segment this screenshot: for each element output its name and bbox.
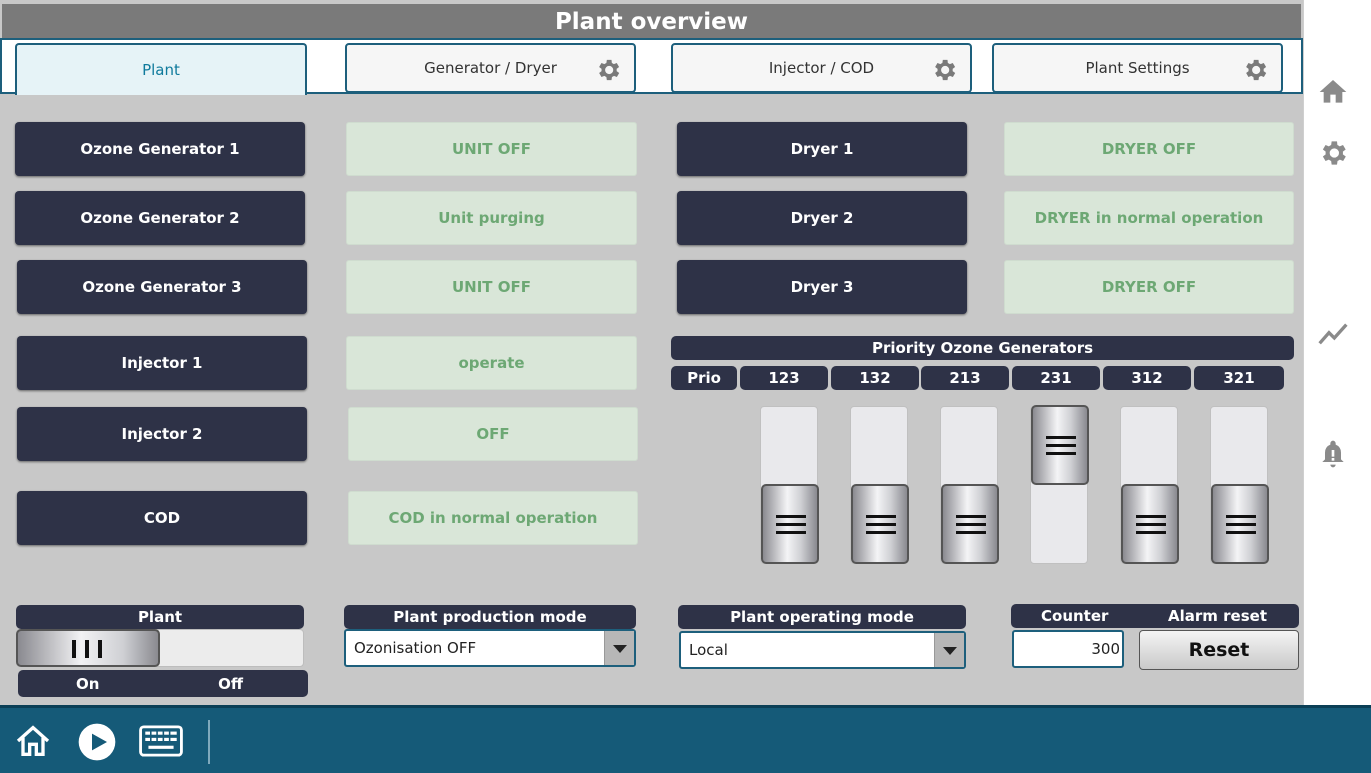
production-mode-value: Ozonisation OFF	[354, 639, 477, 657]
dryer-3-status: DRYER OFF	[1004, 260, 1294, 314]
operating-mode-value: Local	[689, 641, 728, 659]
dryer-1-button[interactable]: Dryer 1	[677, 122, 967, 176]
ozone-generator-1-status: UNIT OFF	[346, 122, 637, 176]
slider-handle[interactable]	[941, 484, 999, 564]
prio-option-label: 312	[1103, 366, 1191, 390]
injector-2-button[interactable]: Injector 2	[17, 407, 307, 461]
bell-icon[interactable]	[1317, 438, 1349, 470]
tab-label: Plant	[142, 61, 180, 79]
cod-status: COD in normal operation	[348, 491, 638, 545]
prio-option-label: 231	[1012, 366, 1100, 390]
plant-switch-label: Plant	[16, 605, 304, 629]
slider-handle[interactable]	[761, 484, 819, 564]
tab-injector-cod[interactable]: Injector / COD	[671, 43, 972, 93]
production-mode-select[interactable]: Ozonisation OFF	[344, 629, 636, 667]
on-label: On	[76, 674, 100, 693]
main-panel: Plant overview Plant Generator / Dryer I…	[0, 0, 1303, 705]
alarm-reset-label: Alarm reset	[1168, 607, 1267, 625]
operating-mode-label: Plant operating mode	[678, 605, 966, 629]
prio-option-label: 123	[740, 366, 828, 390]
counter-label: Counter	[1041, 607, 1109, 625]
gear-icon[interactable]	[1317, 137, 1349, 169]
dryer-2-status: DRYER in normal operation	[1004, 191, 1294, 245]
plant-switch-handle[interactable]	[16, 629, 160, 667]
injector-2-status: OFF	[348, 407, 638, 461]
prio-slider-123[interactable]	[760, 406, 819, 564]
on-off-labels: On Off	[18, 670, 308, 697]
slider-handle[interactable]	[851, 484, 909, 564]
keyboard-icon[interactable]	[139, 724, 183, 758]
prio-option-label: 321	[1194, 366, 1284, 390]
prio-option-label: 213	[921, 366, 1009, 390]
counter-reset-header: Counter Alarm reset	[1011, 604, 1299, 628]
prio-slider-213[interactable]	[940, 406, 999, 564]
gear-icon	[935, 59, 956, 81]
tab-label: Plant Settings	[1085, 59, 1190, 77]
ozone-generator-2-status: Unit purging	[346, 191, 637, 245]
prio-slider-231[interactable]	[1030, 405, 1089, 564]
tab-plant[interactable]: Plant	[15, 43, 307, 95]
reset-button[interactable]: Reset	[1139, 630, 1299, 670]
trend-icon[interactable]	[1317, 318, 1349, 350]
prio-option-label: 132	[831, 366, 919, 390]
taskbar	[0, 705, 1371, 773]
home-icon[interactable]	[1317, 76, 1349, 108]
ozone-generator-3-button[interactable]: Ozone Generator 3	[17, 260, 307, 314]
tab-generator-dryer[interactable]: Generator / Dryer	[345, 43, 636, 93]
tab-label: Generator / Dryer	[424, 59, 557, 77]
chevron-down-icon[interactable]	[604, 631, 634, 665]
injector-1-button[interactable]: Injector 1	[17, 336, 307, 390]
injector-1-status: operate	[346, 336, 637, 390]
gear-icon	[599, 59, 620, 81]
ozone-generator-1-button[interactable]: Ozone Generator 1	[15, 122, 305, 176]
home-icon[interactable]	[12, 721, 54, 761]
production-mode-label: Plant production mode	[344, 605, 636, 629]
cod-button[interactable]: COD	[17, 491, 307, 545]
play-icon[interactable]	[77, 722, 117, 762]
chevron-down-icon[interactable]	[934, 633, 964, 667]
tab-bar: Plant Generator / Dryer Injector / COD P…	[0, 38, 1303, 95]
slider-handle[interactable]	[1211, 484, 1269, 564]
prio-slider-312[interactable]	[1120, 406, 1179, 564]
counter-field[interactable]: 300	[1012, 630, 1124, 668]
right-sidebar	[1303, 0, 1371, 705]
divider	[208, 720, 210, 764]
off-label: Off	[218, 674, 243, 693]
page-title: Plant overview	[2, 4, 1301, 38]
prio-label: Prio	[671, 366, 737, 390]
dryer-1-status: DRYER OFF	[1004, 122, 1294, 176]
dryer-2-button[interactable]: Dryer 2	[677, 191, 967, 245]
prio-slider-132[interactable]	[850, 406, 909, 564]
priority-header: Priority Ozone Generators	[671, 336, 1294, 360]
tab-label: Injector / COD	[768, 59, 875, 77]
prio-slider-321[interactable]	[1210, 406, 1269, 564]
slider-handle[interactable]	[1031, 405, 1089, 485]
dryer-3-button[interactable]: Dryer 3	[677, 260, 967, 314]
ozone-generator-3-status: UNIT OFF	[346, 260, 637, 314]
gear-icon	[1246, 59, 1267, 81]
tab-plant-settings[interactable]: Plant Settings	[992, 43, 1283, 93]
ozone-generator-2-button[interactable]: Ozone Generator 2	[15, 191, 305, 245]
slider-handle[interactable]	[1121, 484, 1179, 564]
operating-mode-select[interactable]: Local	[679, 631, 966, 669]
